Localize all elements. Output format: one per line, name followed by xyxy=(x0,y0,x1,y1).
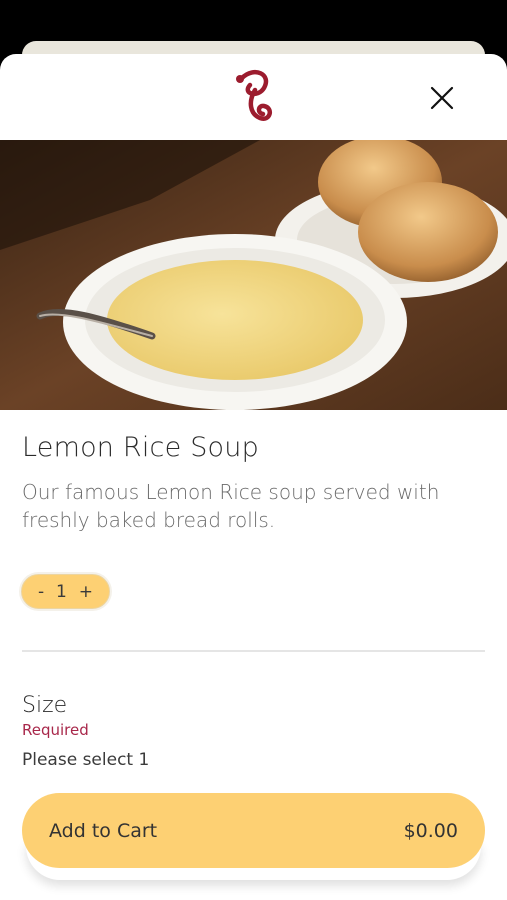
close-icon xyxy=(430,86,454,110)
brand-logo xyxy=(228,68,278,128)
increment-button[interactable]: + xyxy=(79,582,93,602)
item-title: Lemon Rice Soup xyxy=(22,432,259,463)
section-divider xyxy=(22,650,485,652)
add-to-cart-button[interactable]: Add to Cart $0.00 xyxy=(22,793,485,868)
quantity-stepper[interactable]: - 1 + xyxy=(21,574,110,609)
decrement-button[interactable]: - xyxy=(38,582,44,602)
item-modal: Lemon Rice Soup Our famous Lemon Rice so… xyxy=(0,54,507,900)
quantity-value: 1 xyxy=(56,581,67,602)
item-description: Our famous Lemon Rice soup served with f… xyxy=(22,480,440,532)
item-photo xyxy=(0,140,507,410)
modal-header xyxy=(0,54,507,140)
required-badge: Required xyxy=(22,721,89,739)
close-button[interactable] xyxy=(424,80,460,116)
option-group-label: Size xyxy=(22,693,68,718)
add-to-cart-label: Add to Cart xyxy=(49,819,158,842)
option-instruction: Please select 1 xyxy=(22,750,150,770)
cart-price: $0.00 xyxy=(403,819,458,842)
